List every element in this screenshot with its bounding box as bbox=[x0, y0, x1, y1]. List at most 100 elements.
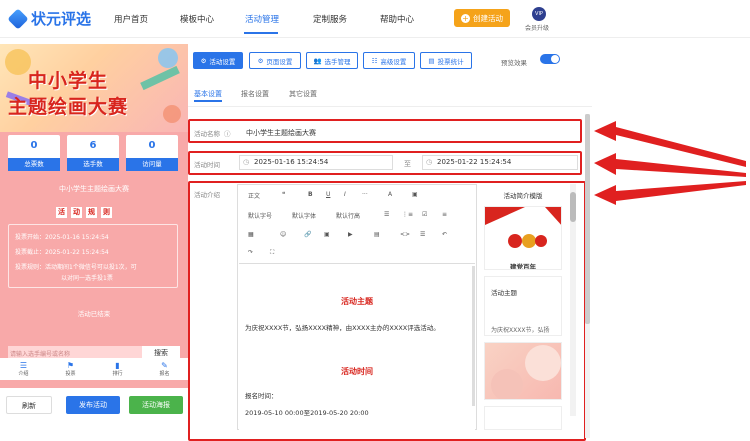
editor-scrollbar[interactable] bbox=[472, 266, 475, 406]
page-settings-button[interactable]: ⚙ 页面设置 bbox=[249, 52, 301, 69]
stat-contestants: 6 选手数 bbox=[67, 135, 119, 171]
clock-icon: ◷ bbox=[243, 158, 250, 166]
preview-effect-toggle[interactable] bbox=[540, 54, 560, 64]
signup-icon: ✎ bbox=[161, 361, 168, 370]
tab-basic-settings[interactable]: 基本设置 bbox=[194, 89, 222, 99]
font-size-select[interactable]: 默认字号 bbox=[248, 211, 272, 220]
tab-signup[interactable]: ✎ 报名 bbox=[141, 358, 188, 380]
fullscreen-icon[interactable]: ⛶ bbox=[270, 249, 274, 257]
party-template-thumbnail bbox=[485, 207, 561, 259]
toolbar-label: 高级设置 bbox=[380, 57, 407, 66]
align-icon[interactable]: ≡ bbox=[442, 211, 447, 218]
undo-icon[interactable]: ↶ bbox=[442, 231, 447, 238]
template-scroll-thumb[interactable] bbox=[570, 192, 576, 222]
line-height-select[interactable]: 默认行高 bbox=[336, 211, 360, 220]
activity-time-label: 活动时间 bbox=[194, 161, 220, 169]
nav-help-center[interactable]: 帮助中心 bbox=[380, 13, 414, 25]
flag-icon: ⚑ bbox=[66, 361, 75, 370]
end-time-value: 2025-01-22 15:24:54 bbox=[437, 158, 512, 166]
vip-badge-text: VIP bbox=[535, 11, 543, 17]
banner-title-line1: 中小学生 bbox=[28, 70, 109, 92]
template-card[interactable] bbox=[484, 406, 562, 430]
template-panel-title: 活动简介模版 bbox=[503, 192, 543, 200]
tab-other-settings[interactable]: 其它设置 bbox=[289, 89, 317, 99]
todo-icon[interactable]: ☑ bbox=[422, 211, 427, 218]
users-icon: 👥 bbox=[313, 56, 322, 65]
background-color-icon[interactable]: ▣ bbox=[412, 191, 418, 198]
nav-user-home[interactable]: 用户首页 bbox=[114, 13, 148, 25]
brand-logo[interactable]: 状元评选 bbox=[7, 7, 91, 30]
preview-tabbar: ☰ 介绍 ⚑ 投票 ▮ 排行 ✎ 报名 bbox=[0, 358, 188, 380]
nav-activity-management[interactable]: 活动管理 bbox=[245, 13, 279, 25]
nav-custom-service[interactable]: 定制服务 bbox=[313, 13, 347, 25]
contestant-management-button[interactable]: 👥 选手管理 bbox=[306, 52, 358, 69]
tab-intro[interactable]: ☰ 介绍 bbox=[0, 358, 47, 380]
stats-row: 0 总票数 6 选手数 0 访问量 bbox=[8, 135, 178, 171]
publish-activity-button[interactable]: 发布活动 bbox=[66, 396, 120, 414]
divider-icon[interactable]: ☰ bbox=[420, 231, 425, 238]
preview-search-input[interactable]: 请输入选手编号或名称 bbox=[10, 349, 70, 358]
advanced-settings-button[interactable]: ☷ 高级设置 bbox=[363, 52, 415, 69]
vote-statistics-button[interactable]: ▤ 投票统计 bbox=[420, 52, 472, 69]
bar-chart-icon: ▮ bbox=[115, 361, 120, 370]
divider bbox=[188, 106, 592, 107]
activity-settings-button[interactable]: ⚙ 活动设置 bbox=[193, 52, 243, 69]
video-icon[interactable]: ▶ bbox=[348, 231, 353, 238]
template-card[interactable]: 活动主题 为庆祝XXXX节，弘扬 bbox=[484, 276, 562, 336]
template-card[interactable]: 建党百年 bbox=[484, 206, 562, 270]
code-icon[interactable]: <> bbox=[400, 231, 410, 238]
vip-icon[interactable]: VIP bbox=[532, 7, 546, 21]
refresh-button[interactable]: 刷新 bbox=[6, 396, 52, 414]
content-signup-time: 2019-05-10 00:00至2019-05-20 20:00 bbox=[245, 409, 369, 417]
plus-circle-icon: + bbox=[461, 13, 470, 23]
vote-rule-line: 投票规则：活动期间1个微信号可以投1次，可 bbox=[15, 264, 137, 271]
bold-icon[interactable]: B bbox=[308, 191, 313, 198]
activity-name-label: 活动名称 bbox=[194, 130, 220, 138]
create-activity-button[interactable]: + 创建活动 bbox=[454, 9, 510, 27]
activity-ended-text: 活动已结束 bbox=[77, 310, 111, 318]
template-scrollbar[interactable] bbox=[570, 184, 576, 416]
tab-signup-settings[interactable]: 报名设置 bbox=[241, 89, 269, 99]
arrow-to-intro-field bbox=[594, 181, 746, 205]
italic-icon[interactable]: I bbox=[344, 191, 346, 198]
table-icon[interactable]: ▦ bbox=[248, 231, 254, 238]
numbered-list-icon[interactable]: ⋮≡ bbox=[402, 211, 413, 218]
tab-label: 投票 bbox=[65, 371, 76, 377]
activity-poster-button[interactable]: 活动海报 bbox=[129, 396, 183, 414]
rules-char: 活 bbox=[56, 207, 67, 218]
start-time-value: 2025-01-16 15:24:54 bbox=[254, 158, 329, 166]
annotation-arrows bbox=[594, 121, 746, 205]
template-card[interactable] bbox=[484, 342, 562, 400]
template-caption: 活动主题 bbox=[491, 289, 517, 297]
rules-char: 动 bbox=[71, 207, 82, 218]
list-icon: ☰ bbox=[19, 361, 28, 370]
font-family-select[interactable]: 默认字体 bbox=[292, 211, 316, 220]
underline-icon[interactable]: U bbox=[326, 191, 330, 198]
font-color-icon[interactable]: A bbox=[388, 191, 392, 198]
paragraph-style-select[interactable]: 正文 bbox=[248, 191, 260, 200]
vote-end-line: 投票截止：2025-01-22 15:24:54 bbox=[15, 249, 109, 256]
nav-template-center[interactable]: 模板中心 bbox=[180, 13, 214, 25]
vip-upgrade-label[interactable]: 会员升级 bbox=[525, 23, 549, 32]
image-icon[interactable]: ▣ bbox=[324, 231, 330, 238]
toolbar-label: 选手管理 bbox=[324, 57, 351, 66]
rules-heading: 活 动 规 则 bbox=[56, 207, 112, 218]
emoji-icon[interactable]: ☺ bbox=[280, 231, 286, 238]
stat-value: 0 bbox=[148, 140, 156, 151]
table-insert-icon[interactable]: ▤ bbox=[374, 231, 380, 238]
end-time-input[interactable]: ◷ 2025-01-22 15:24:54 bbox=[422, 155, 578, 170]
activity-name-input[interactable]: 中小学生主题绘画大赛 bbox=[246, 128, 316, 138]
template-subtext: 为庆祝XXXX节，弘扬 bbox=[491, 327, 550, 334]
start-time-input[interactable]: ◷ 2025-01-16 15:24:54 bbox=[239, 155, 393, 170]
template-caption: 建党百年 bbox=[510, 263, 536, 270]
content-heading-time: 活动时间 bbox=[341, 367, 373, 376]
more-icon[interactable]: ··· bbox=[362, 191, 368, 198]
redo-icon[interactable]: ↷ bbox=[248, 249, 253, 256]
tab-vote[interactable]: ⚑ 投票 bbox=[47, 358, 94, 380]
quote-icon[interactable]: ❝ bbox=[282, 191, 285, 198]
tab-ranking[interactable]: ▮ 排行 bbox=[94, 358, 141, 380]
editor-content[interactable]: 活动主题 为庆祝XXXX节，弘扬XXXX精神，由XXXX主办的XXXX评选活动。… bbox=[239, 263, 475, 431]
link-icon[interactable]: 🔗 bbox=[304, 231, 311, 238]
bullet-list-icon[interactable]: ☰ bbox=[384, 211, 389, 218]
stat-label: 总票数 bbox=[8, 158, 60, 171]
